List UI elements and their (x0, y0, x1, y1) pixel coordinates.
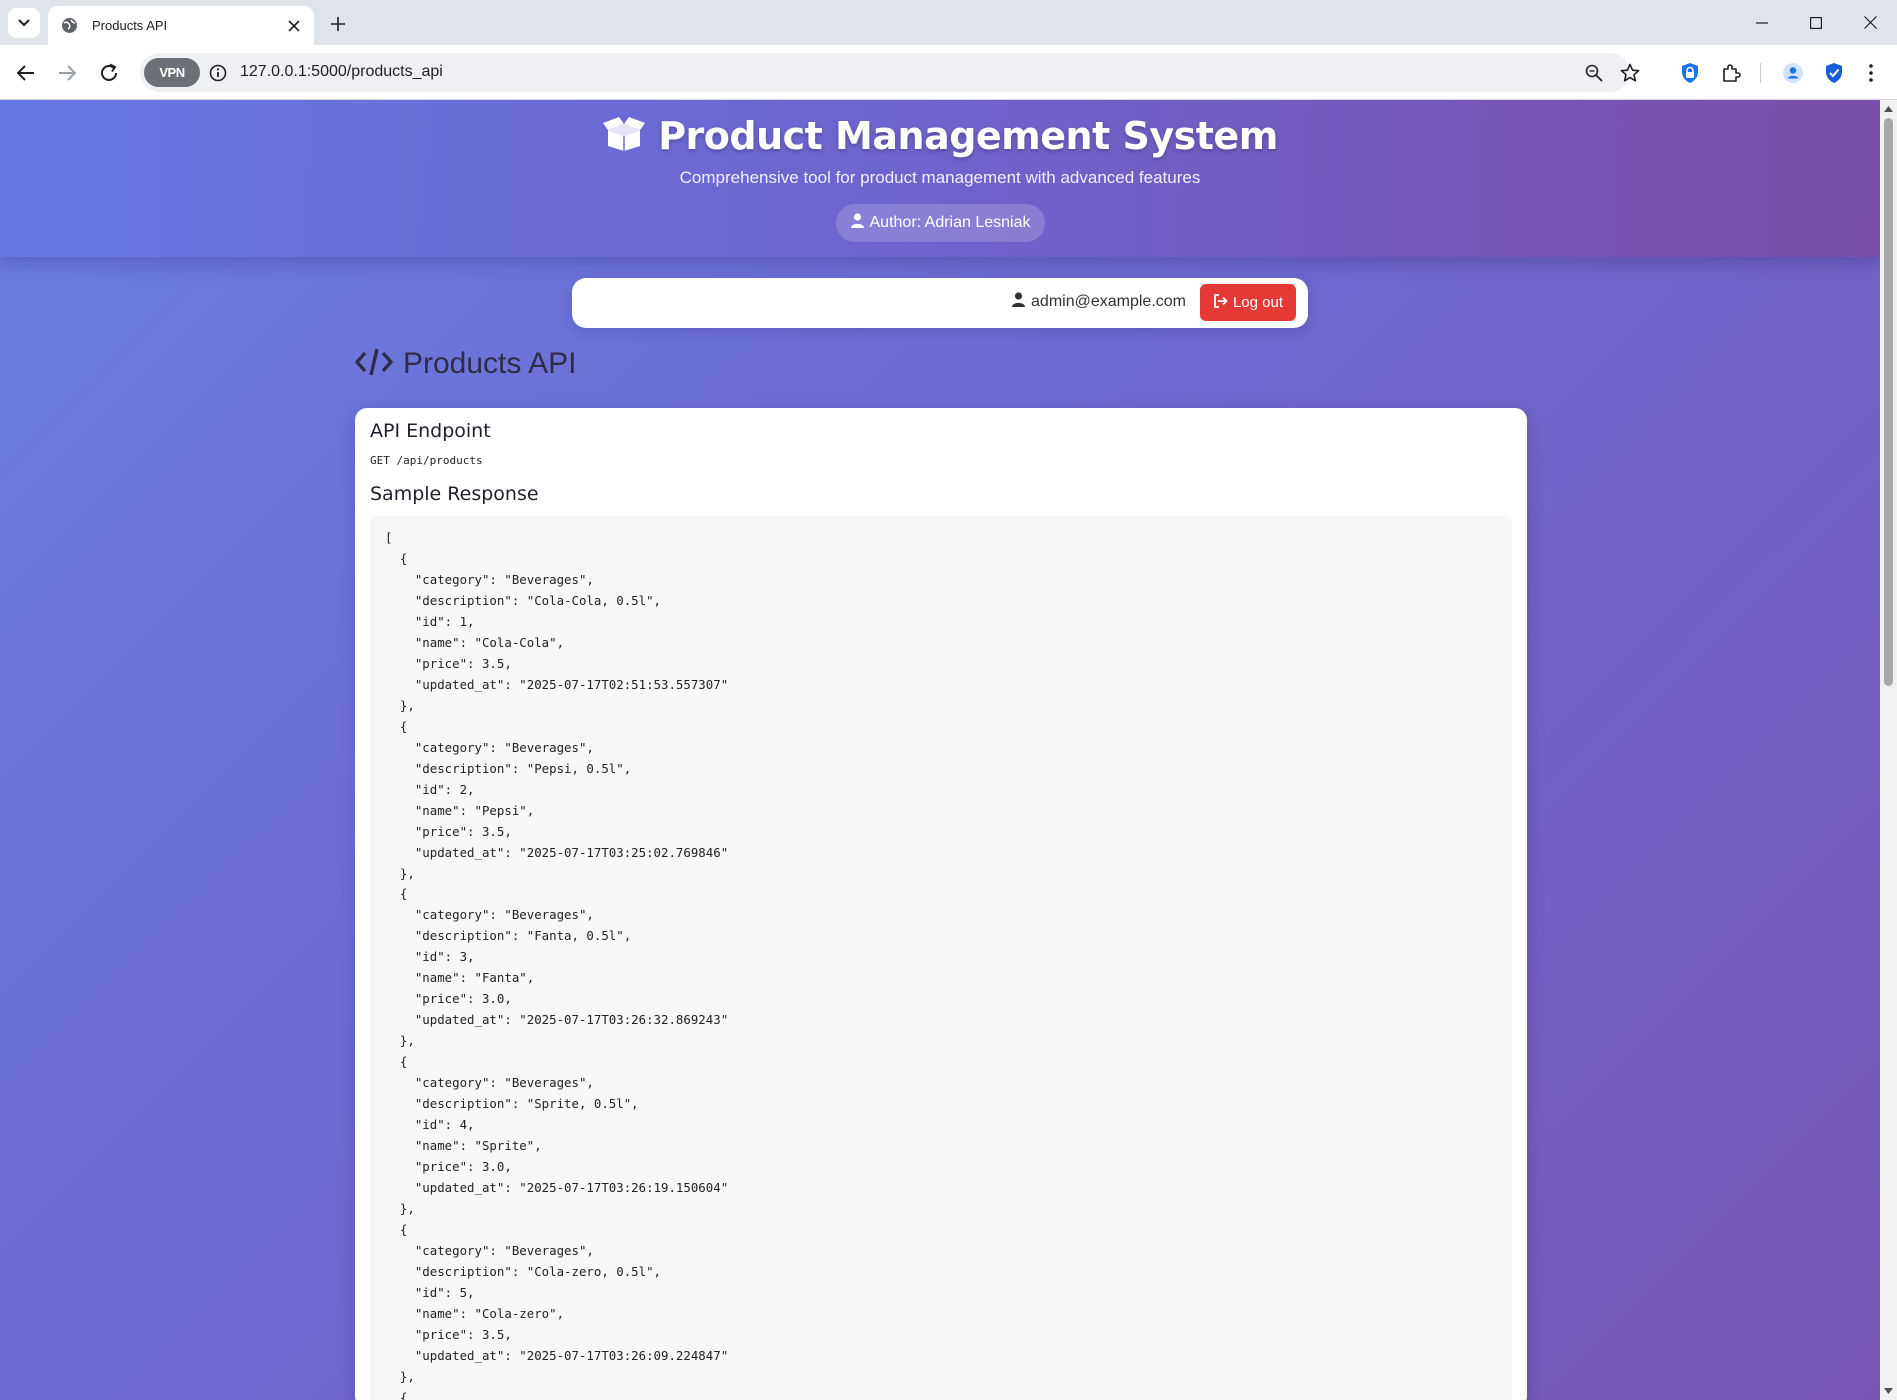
api-card: API Endpoint GET /api/products Sample Re… (355, 408, 1527, 1400)
close-icon[interactable] (284, 16, 304, 36)
url-text[interactable]: 127.0.0.1:5000/products_api (240, 63, 443, 81)
site-title: Product Management System (0, 114, 1880, 158)
globe-icon (60, 17, 78, 35)
toolbar-divider (1760, 63, 1761, 83)
extensions-icon[interactable] (1717, 59, 1745, 87)
author-badge: Author: Adrian Lesniak (836, 204, 1045, 242)
scroll-down-icon[interactable] (1880, 1383, 1897, 1399)
sample-response-block: [ { "category": "Beverages", "descriptio… (370, 516, 1512, 1400)
user-bar: admin@example.com Log out (572, 278, 1308, 328)
scrollbar-thumb[interactable] (1884, 118, 1893, 686)
tab-title: Products API (92, 18, 168, 33)
forward-icon[interactable] (51, 57, 83, 89)
close-window-icon[interactable] (1843, 0, 1897, 45)
logout-button[interactable]: Log out (1200, 284, 1296, 321)
maximize-icon[interactable] (1789, 0, 1843, 45)
endpoint-heading: API Endpoint (370, 420, 491, 442)
user-info: admin@example.com (1012, 292, 1186, 312)
site-header: Product Management System Comprehensive … (0, 100, 1880, 257)
scroll-up-icon[interactable] (1880, 101, 1897, 117)
plus-icon[interactable] (324, 10, 352, 38)
endpoint-code: GET /api/products (370, 454, 483, 467)
profile-icon[interactable] (1779, 59, 1807, 87)
info-icon[interactable] (208, 63, 228, 83)
author-text: Author: Adrian Lesniak (869, 214, 1031, 231)
user-icon (850, 213, 864, 233)
page-scrollbar[interactable] (1880, 100, 1897, 1400)
reload-icon[interactable] (93, 57, 125, 89)
browser-tabstrip: Products API (0, 0, 1897, 45)
user-email: admin@example.com (1031, 293, 1186, 310)
bitwarden-icon[interactable] (1820, 59, 1848, 87)
site-subtitle: Comprehensive tool for product managemen… (679, 168, 1201, 187)
menu-icon[interactable] (1857, 59, 1885, 87)
minimize-icon[interactable] (1735, 0, 1789, 45)
vpn-button[interactable]: VPN (144, 58, 200, 87)
browser-toolbar: VPN 127.0.0.1:5000/products_api (0, 45, 1897, 100)
page-title-text: Products API (403, 347, 577, 380)
page-viewport: Product Management System Comprehensive … (0, 100, 1897, 1400)
shield-icon[interactable] (1676, 59, 1704, 87)
box-open-icon (602, 116, 646, 157)
browser-tab-active[interactable]: Products API (48, 6, 314, 45)
sample-response-heading: Sample Response (370, 483, 539, 505)
window-controls (1735, 0, 1897, 45)
zoom-icon[interactable] (1582, 61, 1606, 85)
star-icon[interactable] (1618, 61, 1642, 85)
site-title-text: Product Management System (658, 114, 1278, 158)
logout-label: Log out (1232, 294, 1284, 311)
tab-list-icon[interactable] (8, 8, 40, 38)
page-title: Products API (355, 347, 576, 381)
back-icon[interactable] (10, 57, 42, 89)
address-bar[interactable]: VPN 127.0.0.1:5000/products_api (140, 53, 1640, 92)
sample-response-code: [ { "category": "Beverages", "descriptio… (385, 530, 729, 1400)
code-icon (355, 348, 393, 381)
sign-out-icon (1213, 293, 1228, 312)
user-icon (1012, 292, 1026, 312)
